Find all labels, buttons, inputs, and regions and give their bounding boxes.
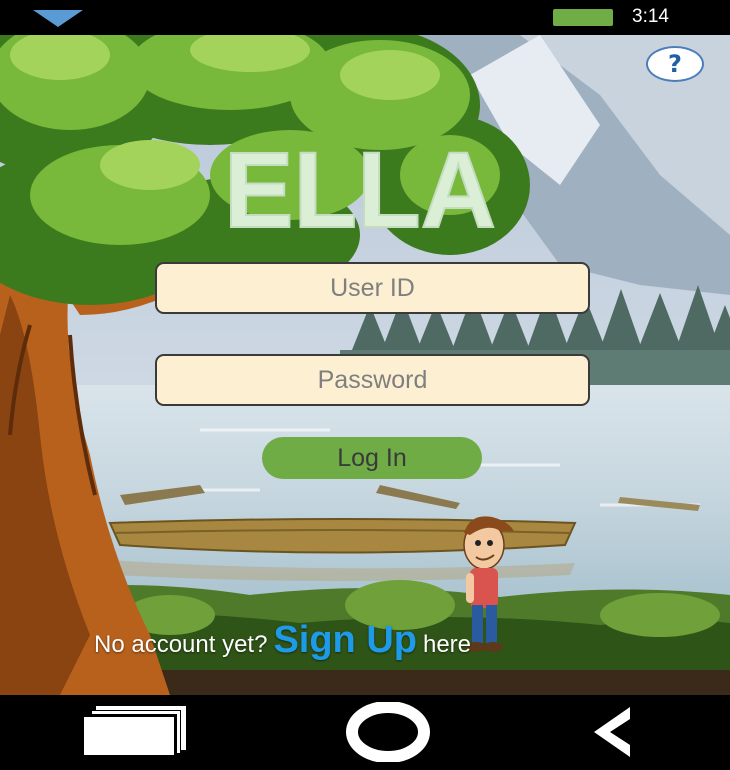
recent-apps-icon[interactable] [82,706,188,756]
status-bar: 3:14 [0,0,730,35]
status-time: 3:14 [632,6,669,27]
login-screen: ? ELLA Log In No account yet?Sign Uphere [0,35,730,695]
password-field[interactable] [155,354,590,406]
battery-icon [553,9,613,26]
user-id-field[interactable] [155,262,590,314]
signup-suffix: here [422,631,472,658]
home-icon[interactable] [345,702,431,762]
sign-up-link[interactable]: Sign Up [273,619,417,661]
log-in-button[interactable]: Log In [262,437,482,479]
signup-prefix: No account yet? [94,631,268,658]
signup-prompt: No account yet? Sign Up here [94,619,674,662]
ella-logo: ELLA [223,139,497,235]
ella-logo-text: ELLA [224,139,496,235]
notification-dropdown-icon[interactable] [33,10,83,27]
navigation-bar [0,695,730,770]
help-button[interactable]: ? [646,46,704,82]
back-icon[interactable] [590,705,636,760]
